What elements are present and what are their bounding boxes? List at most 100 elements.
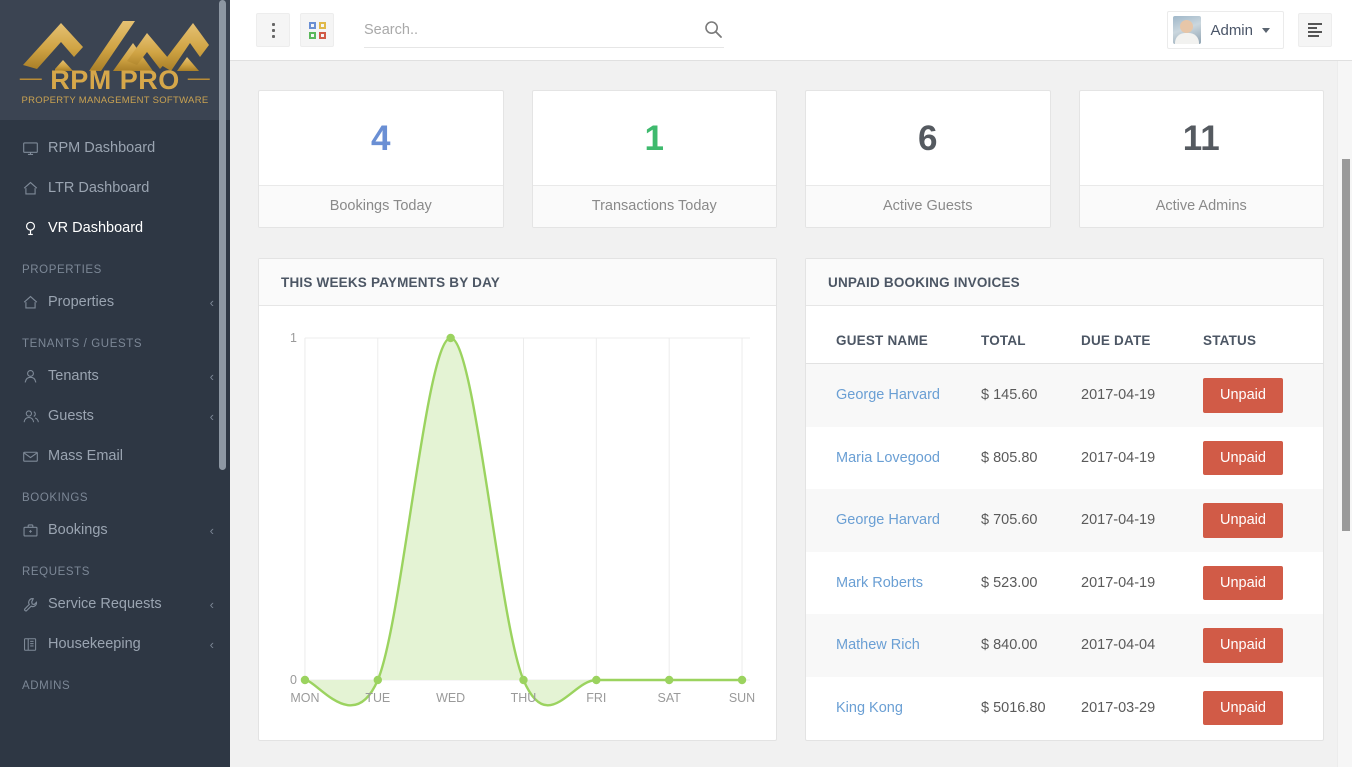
guest-name-link[interactable]: King Kong bbox=[836, 700, 903, 716]
chart-data-point[interactable] bbox=[737, 675, 747, 685]
stat-card-transactions-today: 1 Transactions Today bbox=[531, 90, 777, 228]
panels-row: THIS WEEKS PAYMENTS BY DAY 1 0 MON TUE WED TH… bbox=[258, 258, 1324, 741]
guest-name-link[interactable]: Mathew Rich bbox=[836, 637, 920, 653]
sidebar-item-label: Guests bbox=[48, 408, 94, 424]
chart-data-point[interactable] bbox=[446, 333, 455, 343]
sidebar-item-service-requests[interactable]: Service Requests ‹ bbox=[0, 584, 230, 624]
chevron-left-icon: ‹ bbox=[209, 294, 214, 310]
brand-tagline: PROPERTY MANAGEMENT SOFTWARE bbox=[21, 94, 209, 106]
table-body: George Harvard $ 145.60 2017-04-19 Unpaid Ma… bbox=[806, 363, 1323, 740]
users-icon bbox=[22, 408, 48, 425]
grid-apps-icon bbox=[308, 21, 326, 39]
stat-label: Active Guests bbox=[806, 185, 1050, 227]
brand-logo[interactable]: — RPM PRO — PROPERTY MANAGEMENT SOFTWARE bbox=[0, 0, 230, 120]
list-toggle-icon bbox=[1308, 23, 1322, 37]
page-scrollbar-thumb[interactable] bbox=[1342, 159, 1350, 531]
guest-name-link[interactable]: George Harvard bbox=[836, 387, 940, 403]
sidebar: — RPM PRO — PROPERTY MANAGEMENT SOFTWARE… bbox=[0, 0, 230, 767]
status-badge[interactable]: Unpaid bbox=[1203, 690, 1283, 725]
sidebar-item-properties[interactable]: Properties ‹ bbox=[0, 282, 230, 322]
invoice-due-date-cell: 2017-04-19 bbox=[1081, 387, 1156, 404]
stat-card-active-guests: 6 Active Guests bbox=[805, 90, 1051, 228]
settings-toggle-button[interactable] bbox=[1298, 13, 1332, 47]
rpm-roof-logo-icon bbox=[23, 20, 209, 71]
main-area: Admin 4 Bookings Today 1 Transactions Today… bbox=[230, 0, 1352, 767]
sidebar-item-tenants[interactable]: Tenants ‹ bbox=[0, 356, 230, 396]
sidebar-item-rpm-dashboard[interactable]: RPM Dashboard bbox=[0, 128, 230, 168]
sidebar-item-bookings[interactable]: Bookings ‹ bbox=[0, 510, 230, 550]
stat-card-bookings-today: 4 Bookings Today bbox=[258, 90, 504, 228]
sidebar-section-requests: REQUESTS bbox=[22, 566, 91, 578]
chart-xtick-label: SUN bbox=[729, 691, 755, 705]
status-badge[interactable]: Unpaid bbox=[1203, 503, 1283, 538]
user-menu-button[interactable]: Admin bbox=[1167, 11, 1284, 49]
chart-xtick-label: THU bbox=[511, 691, 537, 705]
guest-name-link[interactable]: Maria Lovegood bbox=[836, 450, 940, 466]
invoice-status-cell: Unpaid bbox=[1195, 364, 1323, 427]
page-scrollbar[interactable] bbox=[1337, 61, 1352, 767]
sidebar-item-ltr-dashboard[interactable]: LTR Dashboard bbox=[0, 168, 230, 208]
status-badge[interactable]: Unpaid bbox=[1203, 628, 1283, 663]
invoice-status-cell: Unpaid bbox=[1195, 427, 1323, 490]
table-row: Mark Roberts $ 523.00 2017-04-19 Unpaid bbox=[806, 551, 1323, 615]
unpaid-invoices-title: UNPAID BOOKING INVOICES bbox=[806, 259, 1323, 306]
stat-label: Transactions Today bbox=[532, 185, 776, 227]
chart-data-point[interactable] bbox=[519, 675, 528, 685]
invoice-status-cell: Unpaid bbox=[1195, 614, 1323, 677]
search-input[interactable] bbox=[364, 21, 724, 38]
sidebar-scrollbar-thumb[interactable] bbox=[219, 0, 226, 470]
guest-name-cell: Mark Roberts bbox=[806, 552, 973, 615]
avatar bbox=[1173, 16, 1202, 44]
invoice-total-cell: $ 523.00 bbox=[981, 574, 1038, 591]
kebab-menu-button[interactable] bbox=[256, 13, 290, 47]
table-col-header: TOTAL bbox=[973, 306, 1073, 364]
guest-name-link[interactable]: George Harvard bbox=[836, 512, 940, 528]
guest-name-link[interactable]: Mark Roberts bbox=[836, 575, 923, 591]
stat-value: 11 bbox=[1182, 119, 1220, 158]
sidebar-item-label: LTR Dashboard bbox=[48, 180, 150, 196]
stat-label: Bookings Today bbox=[259, 185, 503, 227]
chevron-left-icon: ‹ bbox=[209, 522, 214, 538]
invoice-due-date-cell: 2017-04-19 bbox=[1081, 512, 1156, 529]
chart-data-point[interactable] bbox=[373, 675, 382, 685]
user-icon bbox=[22, 368, 48, 385]
status-badge[interactable]: Unpaid bbox=[1203, 565, 1283, 600]
invoice-total-cell: $ 145.60 bbox=[981, 387, 1038, 404]
sidebar-section-bookings: BOOKINGS bbox=[22, 492, 89, 504]
sidebar-item-label: VR Dashboard bbox=[48, 220, 144, 236]
guest-name-cell: George Harvard bbox=[806, 489, 973, 552]
invoice-due-date-cell: 2017-03-29 bbox=[1081, 699, 1156, 716]
sidebar-item-label: Bookings bbox=[48, 522, 108, 538]
sidebar-item-housekeeping[interactable]: Housekeeping ‹ bbox=[0, 624, 230, 664]
sidebar-item-label: Properties bbox=[48, 294, 115, 310]
stat-card-active-admins: 11 Active Admins bbox=[1078, 90, 1324, 228]
sidebar-item-mass-email[interactable]: Mass Email bbox=[0, 436, 230, 476]
chart-data-point[interactable] bbox=[592, 675, 601, 685]
table-row: Maria Lovegood $ 805.80 2017-04-19 Unpaid bbox=[806, 426, 1323, 490]
chart-xtick-label: WED bbox=[436, 691, 465, 705]
sidebar-item-guests[interactable]: Guests ‹ bbox=[0, 396, 230, 436]
home-icon bbox=[22, 180, 48, 197]
status-badge[interactable]: Unpaid bbox=[1203, 378, 1283, 413]
chevron-left-icon: ‹ bbox=[209, 596, 214, 612]
sidebar-scrollbar[interactable] bbox=[219, 0, 228, 767]
chart-xtick-label: SAT bbox=[658, 691, 682, 705]
payments-chart-panel: THIS WEEKS PAYMENTS BY DAY 1 0 MON TUE WED TH… bbox=[258, 258, 777, 741]
payments-chart-title: THIS WEEKS PAYMENTS BY DAY bbox=[259, 259, 776, 306]
sidebar-item-label: Service Requests bbox=[48, 596, 162, 612]
chart-data-point[interactable] bbox=[664, 675, 674, 685]
table-row: King Kong $ 5016.80 2017-03-29 Unpaid bbox=[806, 676, 1323, 740]
status-badge[interactable]: Unpaid bbox=[1203, 440, 1283, 475]
search-icon[interactable] bbox=[704, 20, 722, 43]
chart-xtick-label: FRI bbox=[586, 691, 606, 705]
chevron-left-icon: ‹ bbox=[209, 408, 214, 424]
search-bar[interactable] bbox=[364, 12, 724, 48]
sidebar-item-vr-dashboard[interactable]: VR Dashboard bbox=[0, 208, 230, 248]
payments-chart-svg[interactable]: 1 0 MON TUE WED THU FRI SAT SUN bbox=[277, 320, 758, 724]
guest-name-cell: King Kong bbox=[806, 677, 973, 740]
chart-data-point[interactable] bbox=[300, 675, 310, 685]
invoice-total-cell: $ 705.60 bbox=[981, 512, 1038, 529]
home-icon bbox=[22, 294, 48, 311]
apps-grid-button[interactable] bbox=[300, 13, 334, 47]
invoice-due-date-cell: 2017-04-19 bbox=[1081, 574, 1156, 591]
